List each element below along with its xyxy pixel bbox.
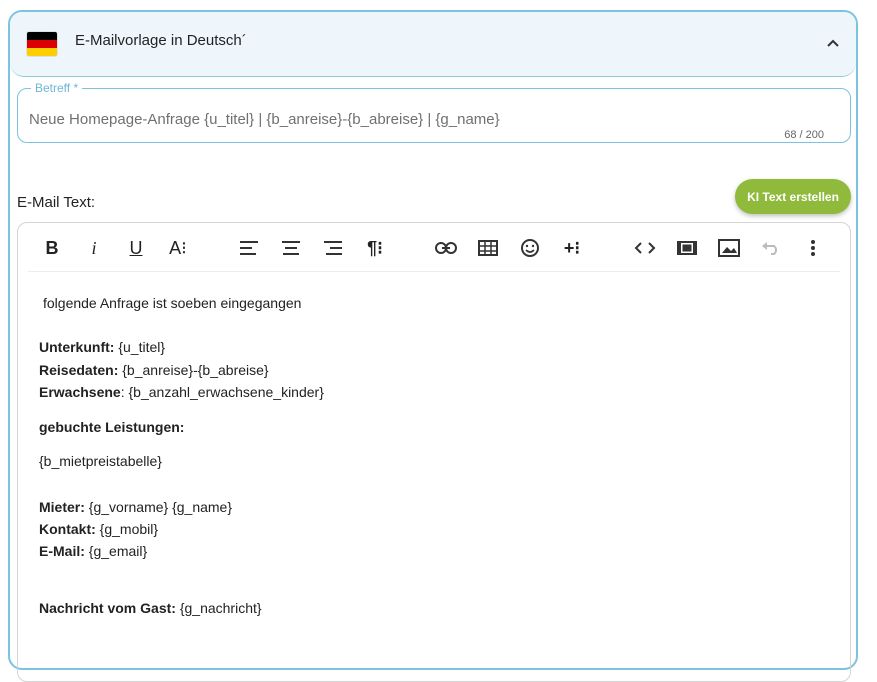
image-icon [718,239,740,257]
panel-title: E-Mailvorlage in Deutsch´ [75,32,247,49]
editor-toolbar: B i U A⁝ ¶⁝ +⁝ [28,223,840,272]
table-button[interactable] [475,235,501,261]
unterkunft-label: Unterkunft: [39,339,115,355]
undo-button[interactable] [758,235,784,261]
image-button[interactable] [716,235,742,261]
nachricht-label: Nachricht vom Gast: [39,600,176,616]
unterkunft-value: {u_titel} [114,339,166,355]
intro-text: folgende Anfrage ist soeben eingegangen [43,295,302,311]
panel-header[interactable]: E-Mailvorlage in Deutsch´ [10,12,856,77]
link-button[interactable] [433,235,459,261]
underline-button[interactable]: U [123,235,149,261]
align-center-button[interactable] [278,235,304,261]
kontakt-line: Kontakt: {g_mobil} [39,521,158,537]
table-icon [478,240,498,256]
email-line: E-Mail: {g_email} [39,543,147,559]
mietpreistabelle-line: {b_mietpreistabelle} [39,453,162,469]
more-options-icon [811,240,815,256]
leistungen-label: gebuchte Leistungen: [39,419,185,435]
align-left-icon [240,241,258,255]
mieter-label: Mieter: [39,499,85,515]
undo-icon [762,242,777,255]
code-view-button[interactable] [632,235,658,261]
unterkunft-line: Unterkunft: {u_titel} [39,339,165,355]
video-button[interactable] [674,235,700,261]
emoji-icon [521,239,539,257]
align-right-button[interactable] [320,235,346,261]
ki-text-create-button[interactable]: KI Text erstellen [735,179,851,214]
paragraph-format-icon: ¶⁝ [367,237,383,258]
link-icon [435,242,457,254]
more-options-button[interactable] [800,235,826,261]
nachricht-line: Nachricht vom Gast: {g_nachricht} [39,600,262,616]
font-size-button[interactable]: A⁝ [165,235,191,261]
email-label: E-Mail: [39,543,85,559]
video-icon [677,241,697,255]
align-center-icon [282,241,300,255]
kontakt-label: Kontakt: [39,521,96,537]
reisedaten-label: Reisedaten: [39,362,119,378]
italic-icon: i [91,237,97,258]
collapse-button[interactable] [822,32,844,54]
underline-icon: U [129,237,143,258]
subject-input[interactable] [29,111,809,128]
mieter-line: Mieter: {g_vorname} {g_name} [39,499,232,515]
bold-button[interactable]: B [39,235,65,261]
kontakt-value: {g_mobil} [95,521,159,537]
erwachsene-label: Erwachsene [39,384,121,400]
leistungen-line: gebuchte Leistungen: [39,419,184,435]
paragraph-format-button[interactable]: ¶⁝ [362,235,388,261]
insert-more-icon: +⁝ [563,237,581,258]
font-size-icon: A⁝ [169,237,187,258]
subject-field: Betreff * 68 / 200 [17,81,851,143]
character-counter: 68 / 200 [784,129,824,141]
align-left-button[interactable] [236,235,262,261]
chevron-up-icon [827,39,839,47]
code-view-icon [634,242,656,254]
insert-more-button[interactable]: +⁝ [559,235,585,261]
german-flag-icon [27,32,57,56]
reisedaten-line: Reisedaten: {b_anreise}-{b_abreise} [39,362,269,378]
bold-icon: B [45,237,59,258]
reisedaten-value: {b_anreise}-{b_abreise} [118,362,269,378]
italic-button[interactable]: i [81,235,107,261]
emoji-button[interactable] [517,235,543,261]
nachricht-value: {g_nachricht} [175,600,262,616]
align-right-icon [324,241,342,255]
subject-label: Betreff * [31,81,83,95]
erwachsene-line: Erwachsene: {b_anzahl_erwachsene_kinder} [39,384,324,400]
email-text-label: E-Mail Text: [17,194,96,211]
rich-text-editor: B i U A⁝ ¶⁝ +⁝ folgende Anfrage ist soeb… [17,222,851,682]
mieter-value: {g_vorname} {g_name} [84,499,233,515]
email-value: {g_email} [84,543,148,559]
erwachsene-value: : {b_anzahl_erwachsene_kinder} [120,384,324,400]
